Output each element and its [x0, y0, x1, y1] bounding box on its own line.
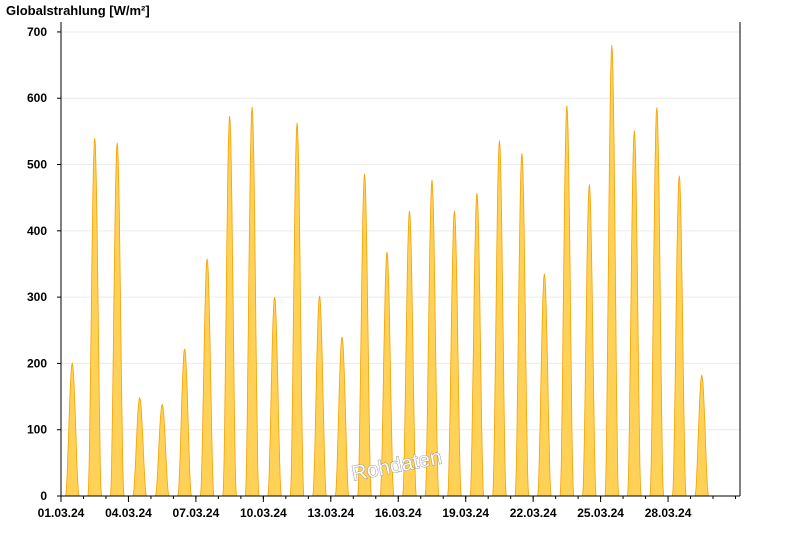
y-tick-label-400: 400: [27, 224, 47, 238]
y-axis-ticks: 0 100 200 300 400 500 600 700: [27, 25, 61, 503]
daily-curve-27.03.24: [649, 107, 665, 497]
daily-curve-02.03.24: [87, 137, 102, 497]
daily-curve-12.03.24: [312, 295, 327, 497]
x-tick-label-04.03.24: 04.03.24: [105, 506, 152, 520]
x-tick-label-10.03.24: 10.03.24: [240, 506, 287, 520]
daily-curve-19.03.24: [469, 192, 485, 497]
daily-curve-03.03.24: [110, 142, 125, 497]
daily-curve-04.03.24: [132, 396, 147, 497]
chart-container: Globalstrahlung [W/m²] 0 100 200 300 400 500 6…: [0, 0, 800, 550]
y-tick-label-700: 700: [27, 25, 47, 39]
radiation-chart: Globalstrahlung [W/m²] 0 100 200 300 400 500 6…: [6, 3, 741, 520]
x-tick-label-13.03.24: 13.03.24: [307, 506, 354, 520]
x-tick-label-28.03.24: 28.03.24: [645, 506, 692, 520]
daily-curve-18.03.24: [447, 210, 462, 497]
daily-curve-08.03.24: [222, 116, 237, 497]
x-tick-label-07.03.24: 07.03.24: [173, 506, 220, 520]
daily-curve-26.03.24: [627, 130, 642, 497]
x-tick-label-22.03.24: 22.03.24: [510, 506, 557, 520]
radiation-area-series: [65, 45, 709, 497]
y-tick-label-100: 100: [27, 423, 47, 437]
daily-curve-21.03.24: [514, 153, 530, 497]
daily-curve-28.03.24: [672, 175, 687, 497]
daily-curve-09.03.24: [244, 106, 260, 497]
daily-curve-13.03.24: [334, 336, 350, 497]
daily-curve-20.03.24: [492, 140, 507, 497]
y-axis-title: Globalstrahlung [W/m²]: [6, 3, 150, 18]
daily-curve-14.03.24: [357, 173, 372, 497]
x-axis-ticks: 01.03.24 04.03.24 07.03.24 10.03.24 13.03.24…: [38, 496, 737, 520]
daily-curve-11.03.24: [289, 122, 305, 497]
y-tick-label-200: 200: [27, 356, 47, 370]
daily-curve-25.03.24: [604, 45, 620, 497]
x-tick-label-16.03.24: 16.03.24: [375, 506, 422, 520]
y-tick-label-300: 300: [27, 290, 47, 304]
daily-curve-22.03.24: [537, 273, 552, 497]
y-tick-label-500: 500: [27, 158, 47, 172]
x-tick-label-01.03.24: 01.03.24: [38, 506, 85, 520]
y-tick-label-0: 0: [40, 489, 47, 503]
daily-curve-07.03.24: [199, 258, 215, 497]
daily-curve-29.03.24: [694, 373, 709, 497]
daily-curve-05.03.24: [154, 403, 170, 497]
x-tick-label-19.03.24: 19.03.24: [442, 506, 489, 520]
x-tick-label-25.03.24: 25.03.24: [577, 506, 624, 520]
y-tick-label-600: 600: [27, 91, 47, 105]
daily-curve-10.03.24: [267, 297, 282, 497]
daily-curve-06.03.24: [177, 348, 192, 497]
